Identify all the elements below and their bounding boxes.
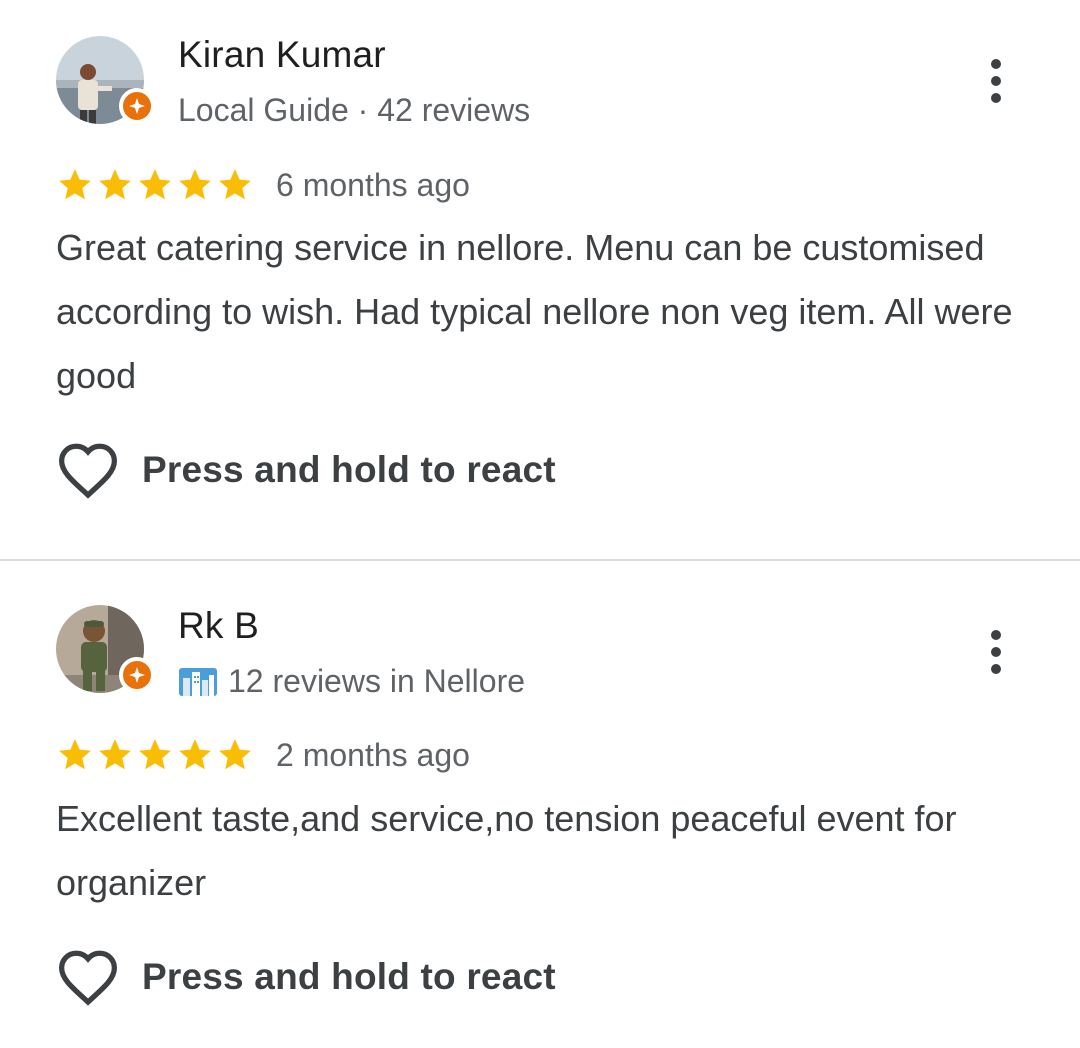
star-rating [56, 736, 254, 774]
star-rating [56, 166, 254, 204]
rating-row: 6 months ago [56, 166, 470, 204]
star-icon [99, 739, 131, 770]
reviewer-meta: Local Guide · 42 reviews [178, 92, 530, 129]
dot-icon [991, 76, 1001, 86]
review-card: Kiran Kumar Local Guide · 42 reviews 6 m… [0, 0, 1080, 559]
star-icon [179, 739, 211, 770]
reviewer-meta: 12 reviews in Nellore [178, 663, 525, 700]
star-icon [99, 169, 131, 200]
dot-icon [991, 630, 1001, 640]
react-label: Press and hold to react [142, 449, 556, 490]
dot-icon [991, 93, 1001, 103]
rating-row: 2 months ago [56, 736, 470, 774]
star-icon [179, 169, 211, 200]
city-icon [179, 667, 217, 696]
react-button[interactable]: Press and hold to react [56, 441, 556, 499]
reviewer-name[interactable]: Kiran Kumar [178, 34, 386, 76]
reviewer-name[interactable]: Rk B [178, 605, 259, 647]
heart-icon [58, 950, 118, 1006]
star-icon [219, 169, 251, 200]
review-date: 6 months ago [276, 166, 470, 203]
star-icon [59, 169, 91, 200]
star-icon [219, 739, 251, 770]
review-date: 2 months ago [276, 736, 470, 773]
heart-icon [58, 443, 118, 499]
more-options-button[interactable] [980, 53, 1012, 109]
react-button[interactable]: Press and hold to react [56, 948, 556, 1006]
reviewer-meta-text: 12 reviews in Nellore [228, 663, 526, 699]
more-options-button[interactable] [980, 624, 1012, 680]
local-guide-star-icon [119, 88, 155, 124]
react-label: Press and hold to react [142, 956, 556, 997]
review-text: Excellent taste,and service,no tension p… [56, 798, 957, 903]
star-icon [139, 169, 171, 200]
dot-icon [991, 59, 1001, 69]
dot-icon [991, 647, 1001, 657]
star-icon [139, 739, 171, 770]
star-icon [59, 739, 91, 770]
review-text: Great catering service in nellore. Menu … [56, 227, 1013, 396]
reviewer-meta-text: Local Guide · 42 reviews [178, 92, 531, 128]
review-card: Rk B 12 reviews in Nellore 2 months ago [0, 561, 1080, 1048]
dot-icon [991, 664, 1001, 674]
local-guide-star-icon [119, 657, 155, 693]
